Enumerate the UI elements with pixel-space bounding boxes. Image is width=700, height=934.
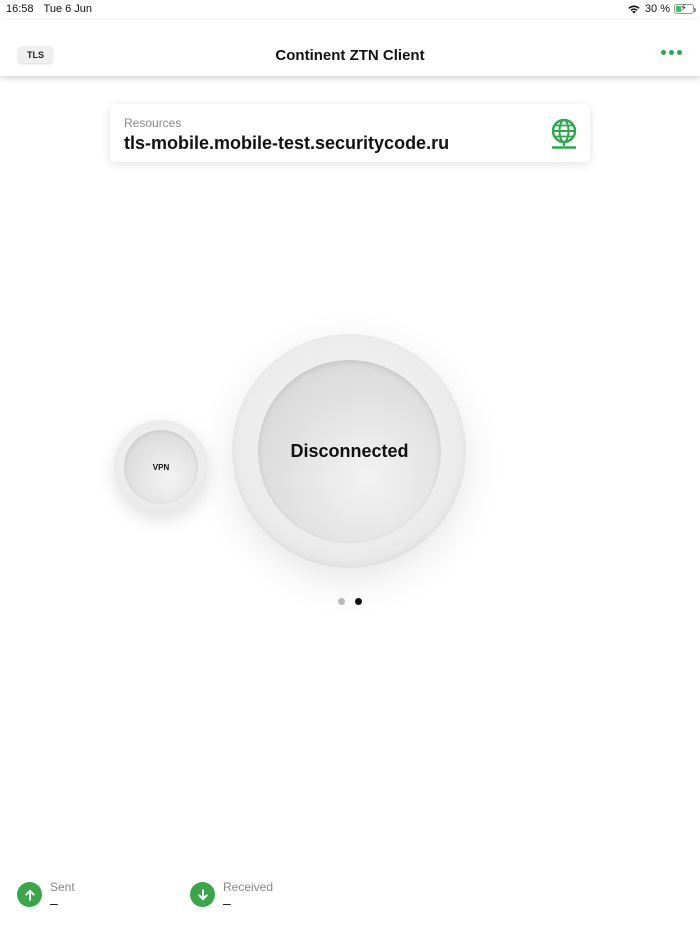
received-label: Received xyxy=(223,880,274,894)
status-left: 16:58 Tue 6 Jun xyxy=(6,3,92,15)
battery-icon: ⚡ xyxy=(674,3,696,14)
arrow-down-icon xyxy=(190,882,215,907)
resources-label: Resources xyxy=(124,116,182,130)
received-value: – xyxy=(223,895,231,911)
resources-card[interactable]: Resources tls-mobile.mobile-test.securit… xyxy=(110,104,590,162)
wifi-icon xyxy=(628,5,640,14)
vpn-button[interactable]: VPN xyxy=(124,430,198,504)
arrow-up-icon xyxy=(17,882,42,907)
status-right: 30 % ⚡ xyxy=(627,3,696,15)
received-counter: Received – xyxy=(190,880,273,911)
page-dot[interactable] xyxy=(338,598,345,605)
battery-percent: 30 % xyxy=(644,3,670,15)
resources-value: tls-mobile.mobile-test.securitycode.ru xyxy=(124,133,450,153)
page-indicator[interactable] xyxy=(338,598,362,605)
globe-icon[interactable] xyxy=(550,118,578,150)
status-date: Tue 6 Jun xyxy=(43,3,93,15)
ellipsis-icon xyxy=(677,50,682,55)
sent-value: – xyxy=(50,895,58,911)
ellipsis-icon xyxy=(661,50,666,55)
page-dot-active[interactable] xyxy=(355,598,362,605)
sent-counter: Sent – xyxy=(17,880,75,911)
status-bar: 16:58 Tue 6 Jun 30 % ⚡ xyxy=(0,0,700,20)
received-text: Received – xyxy=(223,880,273,911)
page-title: Continent ZTN Client xyxy=(275,47,425,64)
app-screen: 16:58 Tue 6 Jun 30 % ⚡ TLS Continent ZTN… xyxy=(0,0,700,934)
charging-icon: ⚡ xyxy=(680,3,688,14)
status-time: 16:58 xyxy=(6,3,34,15)
ellipsis-icon xyxy=(669,50,674,55)
nav-bar: TLS Continent ZTN Client xyxy=(0,20,700,76)
sent-text: Sent – xyxy=(50,880,75,911)
sent-label: Sent xyxy=(50,880,75,894)
connect-button[interactable]: Disconnected xyxy=(258,360,441,543)
more-button[interactable] xyxy=(661,50,682,55)
